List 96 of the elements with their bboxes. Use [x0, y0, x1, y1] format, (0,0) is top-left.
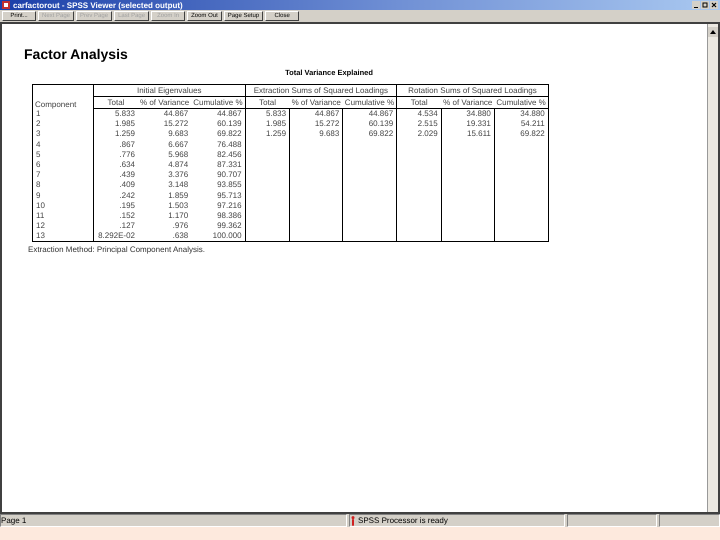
- table-cell: 76.488: [191, 140, 246, 150]
- table-cell: 69.822: [191, 129, 246, 140]
- table-cell: 4: [32, 140, 94, 150]
- table-cell: 1.985: [245, 119, 290, 130]
- table-cell: 5: [32, 150, 94, 160]
- table-cell: 10: [32, 200, 94, 211]
- close-icon[interactable]: [710, 1, 718, 9]
- column-header: % of Variance: [441, 96, 494, 108]
- minimize-icon[interactable]: [692, 1, 700, 9]
- table-cell: 5.833: [245, 108, 290, 120]
- table-cell-text: 9.683: [167, 129, 190, 140]
- table-cell: 13: [32, 231, 94, 242]
- table-cell: 4.534: [396, 108, 442, 120]
- table-cell: 98.386: [191, 210, 246, 222]
- column-group-header: Extraction Sums of Squared Loadings: [245, 84, 397, 96]
- table-cell: 69.822: [494, 129, 548, 140]
- table-cell: 2: [32, 119, 94, 130]
- table-cell: 1: [32, 108, 94, 120]
- table-cell: .409: [94, 180, 138, 190]
- column-header: Cumulative %: [191, 96, 246, 108]
- status-message: SPSS Processor is ready: [358, 515, 448, 526]
- column-header: Component: [32, 84, 94, 108]
- table-cell-text: 1.503: [167, 200, 190, 211]
- table-cell: 99.362: [191, 221, 246, 232]
- table-cell: 34.880: [494, 108, 548, 120]
- table-cell: 19.331: [441, 119, 494, 130]
- column-header: % of Variance: [138, 96, 192, 108]
- table-cell: .242: [94, 190, 138, 201]
- table-cell: 100.000: [191, 231, 246, 242]
- table-cell-text: 15.272: [162, 119, 190, 130]
- table-cell-text: 3.148: [167, 180, 190, 190]
- table-cell-text: .976: [172, 221, 190, 232]
- table-cell-text: 6.667: [167, 140, 190, 150]
- table-cell: 1.985: [94, 119, 138, 130]
- status-panel: [659, 514, 720, 527]
- table-cell: 2.515: [396, 119, 442, 130]
- table-cell: 8.292E-02: [94, 231, 138, 242]
- column-header: Total: [245, 96, 290, 108]
- table-cell: 90.707: [191, 170, 246, 180]
- table-cell: 9.683: [290, 129, 343, 140]
- table-cell: .439: [94, 170, 138, 180]
- table-cell: 1.259: [94, 129, 138, 140]
- table-cell-text: 4.874: [167, 160, 190, 170]
- table-cell: .634: [94, 160, 138, 170]
- table-cell: 15.272: [290, 119, 343, 130]
- table-cell-text: 1.170: [167, 210, 190, 222]
- table-cell: 60.139: [191, 119, 246, 130]
- table-cell: 1.259: [245, 129, 290, 140]
- table-cell: 60.139: [342, 119, 397, 130]
- table-cell: .867: [94, 140, 138, 150]
- scroll-up-icon[interactable]: [708, 27, 718, 37]
- status-page: Page 1: [0, 514, 347, 527]
- table-cell: 97.216: [191, 200, 246, 211]
- table-cell: 8: [32, 180, 94, 190]
- table-cell-text: 3.376: [167, 170, 190, 180]
- table-cell: .127: [94, 221, 138, 232]
- table-cell: 44.867: [342, 108, 397, 120]
- column-header: Cumulative %: [342, 96, 397, 108]
- table-cell: 44.867: [138, 108, 192, 120]
- table-cell: 34.880: [441, 108, 494, 120]
- table-cell: 93.855: [191, 180, 246, 190]
- table-cell: 2.029: [396, 129, 442, 140]
- table-cell: .776: [94, 150, 138, 160]
- table-cell: 54.211: [494, 119, 548, 130]
- table-cell-text: 1.859: [167, 190, 190, 201]
- table-cell: 15.611: [441, 129, 494, 140]
- app-icon: [2, 1, 10, 9]
- figure-icon: [350, 516, 356, 526]
- table-cell: 7: [32, 170, 94, 180]
- window-title: carfactorout - SPSS Viewer (selected output): [13, 0, 183, 10]
- table-cell: .195: [94, 200, 138, 211]
- table-cell-text: 5.968: [167, 150, 190, 160]
- column-header: Cumulative %: [494, 96, 548, 108]
- table-cell: 3: [32, 129, 94, 140]
- table-cell: 9: [32, 190, 94, 201]
- footnote: Extraction Method: Principal Component Analysis.: [28, 245, 206, 254]
- column-header: Total: [396, 96, 442, 108]
- scrollbar[interactable]: [707, 24, 718, 512]
- table-cell: 5.833: [94, 108, 138, 120]
- column-group-header: Rotation Sums of Squared Loadings: [396, 84, 548, 96]
- output-heading: Factor Analysis: [24, 46, 129, 62]
- table-cell: 44.867: [191, 108, 246, 120]
- table-cell: 44.867: [290, 108, 343, 120]
- table-cell: 87.331: [191, 160, 246, 170]
- table-cell: .152: [94, 210, 138, 222]
- table-cell: 11: [32, 210, 94, 222]
- table-cell: 95.713: [191, 190, 246, 201]
- table-cell: 12: [32, 221, 94, 232]
- column-header: % of Variance: [290, 96, 343, 108]
- column-header: Total: [94, 96, 138, 108]
- column-group-header: Initial Eigenvalues: [94, 84, 246, 96]
- restore-icon[interactable]: [701, 1, 709, 9]
- table-cell: 69.822: [342, 129, 397, 140]
- table-cell: 82.456: [191, 150, 246, 160]
- table-cell: .638: [138, 231, 192, 242]
- table-cell: 6: [32, 160, 94, 170]
